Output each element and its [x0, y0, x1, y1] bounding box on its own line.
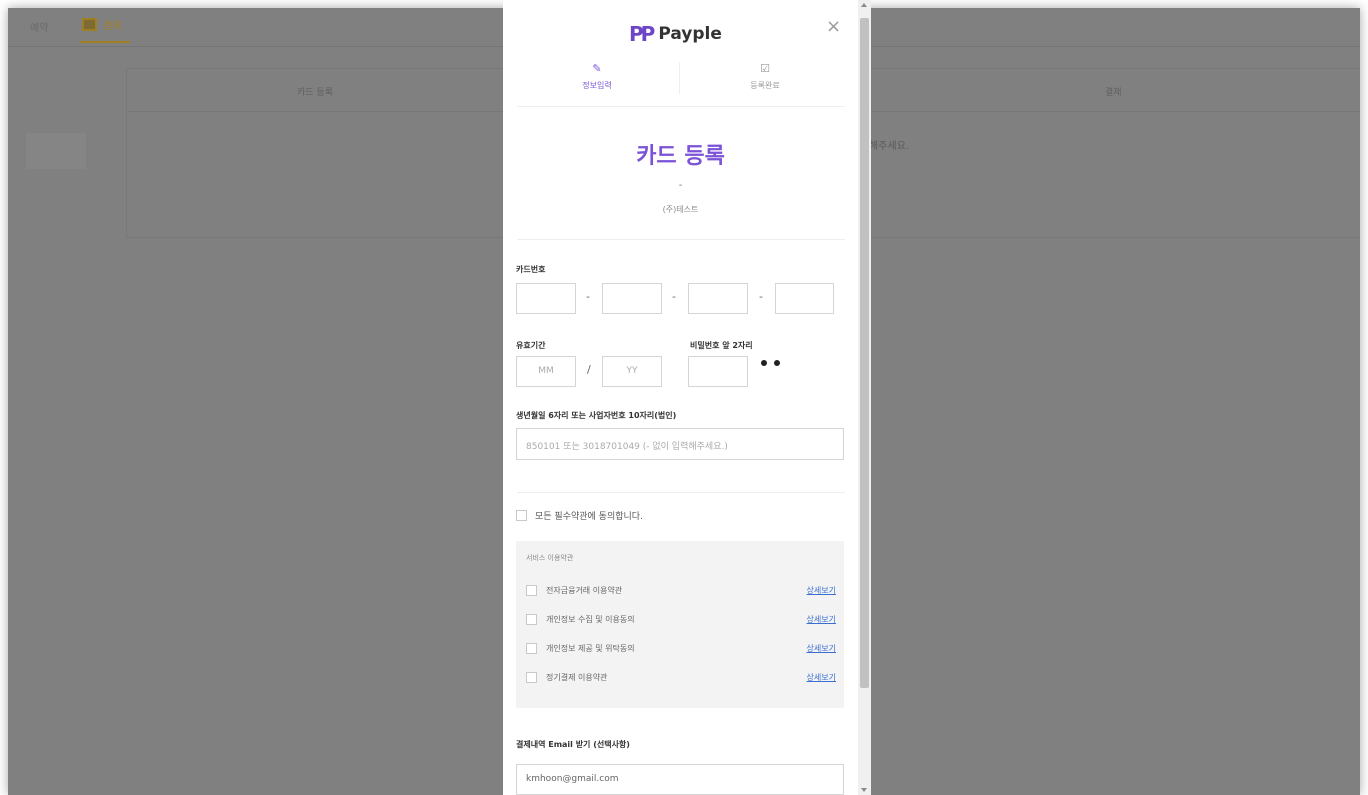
step-divider [679, 62, 680, 94]
card-number-input-1[interactable] [516, 283, 576, 314]
term-label: 전자금융거래 이용약관 [546, 586, 623, 595]
background-tab-active: 결제 [82, 17, 121, 32]
popup-scrollbar[interactable] [858, 0, 871, 795]
password-mask-dots [761, 360, 780, 366]
step-label: 정보입력 [582, 81, 612, 90]
email-label: 결제내역 Email 받기 (선택사항) [516, 740, 630, 749]
step-indicator: ✎ 정보입력 ☑ 등록완료 [517, 58, 845, 107]
card-icon [82, 18, 97, 31]
divider [517, 239, 845, 240]
year-placeholder: YY [626, 366, 638, 376]
term-row: 개인정보 수집 및 이용동의 상세보기 [526, 612, 836, 628]
term-label: 개인정보 수집 및 이용동의 [546, 615, 635, 624]
expiry-label: 유효기간 [516, 341, 546, 350]
company-name: (주)테스트 [662, 205, 699, 214]
agree-all-label: 모든 필수약관에 동의합니다. [535, 512, 643, 522]
close-icon[interactable]: × [826, 16, 841, 37]
term-row: 개인정보 제공 및 위탁동의 상세보기 [526, 641, 836, 657]
active-tab-underline [80, 41, 130, 43]
payple-logo-icon: PP [629, 22, 655, 46]
email-field[interactable]: kmhoon@gmail.com [516, 764, 844, 795]
term-detail-link[interactable]: 상세보기 [807, 672, 836, 683]
birth-label: 생년월일 6자리 또는 사업자번호 10자리(법인) [516, 411, 677, 420]
expiry-year-input[interactable]: YY [602, 356, 662, 387]
card-number-input-2[interactable] [602, 283, 662, 314]
month-placeholder: MM [538, 366, 554, 376]
card-separator: - [586, 290, 590, 303]
background-tab-prev: 예약 [30, 23, 49, 34]
agree-all-row[interactable]: 모든 필수약관에 동의합니다. [516, 509, 643, 522]
background-notice: 해주세요. [869, 141, 909, 152]
card-registration-popup: PP Payple × ✎ 정보입력 ☑ 등록완료 카드 등록 - (주)테스트… [503, 0, 858, 795]
password-input[interactable] [688, 356, 748, 387]
title-dash: - [678, 180, 683, 191]
term-checkbox[interactable] [526, 672, 537, 683]
email-value: kmhoon@gmail.com [526, 774, 619, 784]
divider [517, 492, 845, 493]
background-header-payment: 결제 [1105, 88, 1122, 98]
birth-placeholder: 850101 또는 3018701049 (- 없이 입력해주세요.) [526, 442, 728, 452]
term-detail-link[interactable]: 상세보기 [807, 614, 836, 625]
term-detail-link[interactable]: 상세보기 [807, 585, 836, 596]
expiry-month-input[interactable]: MM [516, 356, 576, 387]
card-number-input-3[interactable] [688, 283, 748, 314]
terms-box: 서비스 이용약관 전자금융거래 이용약관 상세보기 개인정보 수집 및 이용동의… [516, 541, 844, 708]
card-separator: - [672, 290, 676, 303]
card-separator: - [759, 290, 763, 303]
step-info-input: ✎ 정보입력 [517, 62, 677, 91]
term-row: 정기결제 이용약관 상세보기 [526, 670, 836, 686]
background-side-button [26, 133, 86, 169]
card-number-label: 카드번호 [516, 265, 546, 274]
step-label: 등록완료 [750, 81, 780, 90]
scroll-down-arrow-icon[interactable] [861, 788, 867, 792]
background-header-card: 카드 등록 [297, 88, 333, 98]
term-checkbox[interactable] [526, 585, 537, 596]
step-registration-complete: ☑ 등록완료 [685, 62, 845, 91]
agree-all-checkbox[interactable] [516, 510, 527, 521]
scrollbar-thumb[interactable] [860, 18, 869, 688]
card-number-input-4[interactable] [775, 283, 834, 314]
term-checkbox[interactable] [526, 614, 537, 625]
terms-header: 서비스 이용약관 [526, 554, 574, 562]
term-label: 정기결제 이용약관 [546, 673, 608, 682]
birth-input[interactable]: 850101 또는 3018701049 (- 없이 입력해주세요.) [516, 428, 844, 460]
term-detail-link[interactable]: 상세보기 [807, 643, 836, 654]
term-checkbox[interactable] [526, 643, 537, 654]
edit-icon: ✎ [592, 62, 602, 75]
password-label: 비밀번호 앞 2자리 [690, 341, 753, 350]
scroll-up-arrow-icon[interactable] [861, 3, 867, 7]
term-row: 전자금융거래 이용약관 상세보기 [526, 583, 836, 599]
expiry-slash: / [587, 363, 591, 376]
payple-logo: PP Payple [629, 22, 722, 46]
check-box-icon: ☑ [760, 62, 770, 75]
payple-brand-name: Payple [658, 24, 722, 44]
background-tab-active-label: 결제 [103, 21, 122, 32]
page-title: 카드 등록 [636, 144, 725, 169]
term-label: 개인정보 제공 및 위탁동의 [546, 644, 635, 653]
